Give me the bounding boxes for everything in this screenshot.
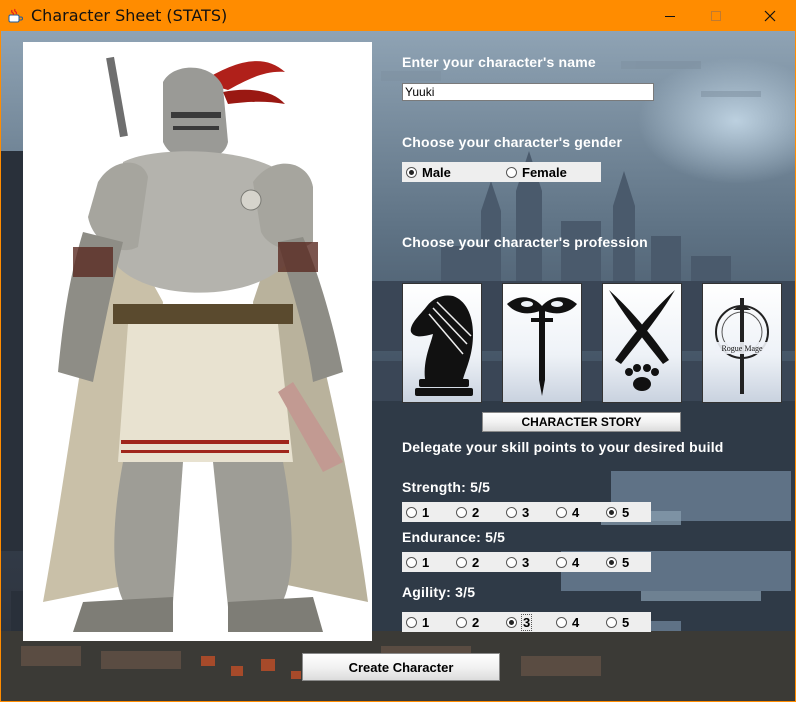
agility-option-5: 5 [622, 615, 630, 630]
gender-male-radio[interactable]: Male [406, 165, 451, 180]
crossed-blades-paw-icon [609, 290, 675, 391]
endurance-radio-4[interactable]: 4 [556, 555, 579, 570]
maximize-button[interactable] [693, 1, 739, 31]
gender-female-radio[interactable]: Female [506, 165, 567, 180]
endurance-label: Endurance: 5/5 [402, 529, 506, 545]
gender-female-label: Female [522, 165, 567, 180]
maximize-icon [711, 11, 721, 21]
radio-unselected-icon [456, 507, 467, 518]
radio-selected-icon [406, 167, 417, 178]
profession-card-rogue-mage[interactable]: Rogue Mage [702, 283, 782, 403]
skills-prompt-label: Delegate your skill points to your desir… [402, 439, 724, 455]
radio-unselected-icon [606, 617, 617, 628]
radio-selected-icon [606, 557, 617, 568]
masked-sword-icon [507, 297, 577, 396]
strength-option-4: 4 [572, 505, 580, 520]
radio-unselected-icon [556, 617, 567, 628]
agility-radio-5[interactable]: 5 [606, 615, 629, 630]
gender-male-label: Male [422, 165, 451, 180]
radio-unselected-icon [406, 557, 417, 568]
agility-radio-2[interactable]: 2 [456, 615, 479, 630]
strength-option-1: 1 [422, 505, 430, 520]
strength-option-2: 2 [472, 505, 480, 520]
agility-radio-4[interactable]: 4 [556, 615, 579, 630]
strength-radio-1[interactable]: 1 [406, 505, 429, 520]
endurance-radio-1[interactable]: 1 [406, 555, 429, 570]
create-character-button[interactable]: Create Character [302, 653, 500, 681]
endurance-option-2: 2 [472, 555, 480, 570]
title-bar[interactable]: Character Sheet (STATS) [1, 1, 795, 31]
agility-option-4: 4 [572, 615, 580, 630]
radio-unselected-icon [456, 617, 467, 628]
radio-unselected-icon [506, 167, 517, 178]
profession-card-knight[interactable] [402, 283, 482, 403]
radio-unselected-icon [406, 617, 417, 628]
minimize-button[interactable] [647, 1, 693, 31]
endurance-option-3: 3 [522, 555, 530, 570]
profession-prompt-label: Choose your character's profession [402, 234, 648, 250]
content-pane: Enter your character's name Choose your … [1, 31, 795, 701]
character-story-button[interactable]: CHARACTER STORY [482, 412, 681, 432]
minimize-icon [665, 16, 675, 17]
strength-option-5: 5 [622, 505, 630, 520]
radio-selected-icon [606, 507, 617, 518]
agility-radio-1[interactable]: 1 [406, 615, 429, 630]
endurance-option-4: 4 [572, 555, 580, 570]
agility-label: Agility: 3/5 [402, 584, 476, 600]
agility-radio-3[interactable]: 3 [506, 614, 533, 631]
strength-radio-3[interactable]: 3 [506, 505, 529, 520]
character-name-input[interactable] [402, 83, 654, 101]
rogue-mage-emblem-icon: Rogue Mage [715, 298, 769, 394]
agility-option-1: 1 [422, 615, 430, 630]
endurance-option-5: 5 [622, 555, 630, 570]
rogue-mage-emblem-text: Rogue Mage [721, 344, 763, 353]
agility-radio-group: 1 2 3 4 5 [402, 612, 651, 632]
chess-knight-icon [410, 295, 473, 396]
strength-label: Strength: 5/5 [402, 479, 491, 495]
gender-prompt-label: Choose your character's gender [402, 134, 623, 150]
endurance-radio-2[interactable]: 2 [456, 555, 479, 570]
strength-radio-group: 1 2 3 4 5 [402, 502, 651, 522]
radio-unselected-icon [556, 557, 567, 568]
strength-radio-4[interactable]: 4 [556, 505, 579, 520]
close-icon [764, 10, 776, 22]
gender-radio-group: Male Female [402, 162, 601, 182]
name-prompt-label: Enter your character's name [402, 54, 596, 70]
strength-radio-2[interactable]: 2 [456, 505, 479, 520]
endurance-radio-3[interactable]: 3 [506, 555, 529, 570]
close-button[interactable] [747, 1, 793, 31]
radio-unselected-icon [556, 507, 567, 518]
character-portrait [23, 42, 372, 641]
endurance-option-1: 1 [422, 555, 430, 570]
app-window: Character Sheet (STATS) Enter your chara… [0, 0, 796, 702]
radio-unselected-icon [506, 507, 517, 518]
radio-unselected-icon [456, 557, 467, 568]
radio-unselected-icon [506, 557, 517, 568]
java-app-icon [8, 8, 23, 23]
armored-knight-image [43, 56, 368, 632]
radio-selected-icon [506, 617, 517, 628]
strength-option-3: 3 [522, 505, 530, 520]
window-title: Character Sheet (STATS) [31, 6, 228, 25]
agility-option-3: 3 [520, 614, 533, 631]
endurance-radio-group: 1 2 3 4 5 [402, 552, 651, 572]
profession-card-hunter[interactable] [602, 283, 682, 403]
agility-option-2: 2 [472, 615, 480, 630]
strength-radio-5[interactable]: 5 [606, 505, 629, 520]
radio-unselected-icon [406, 507, 417, 518]
endurance-radio-5[interactable]: 5 [606, 555, 629, 570]
profession-card-assassin[interactable] [502, 283, 582, 403]
